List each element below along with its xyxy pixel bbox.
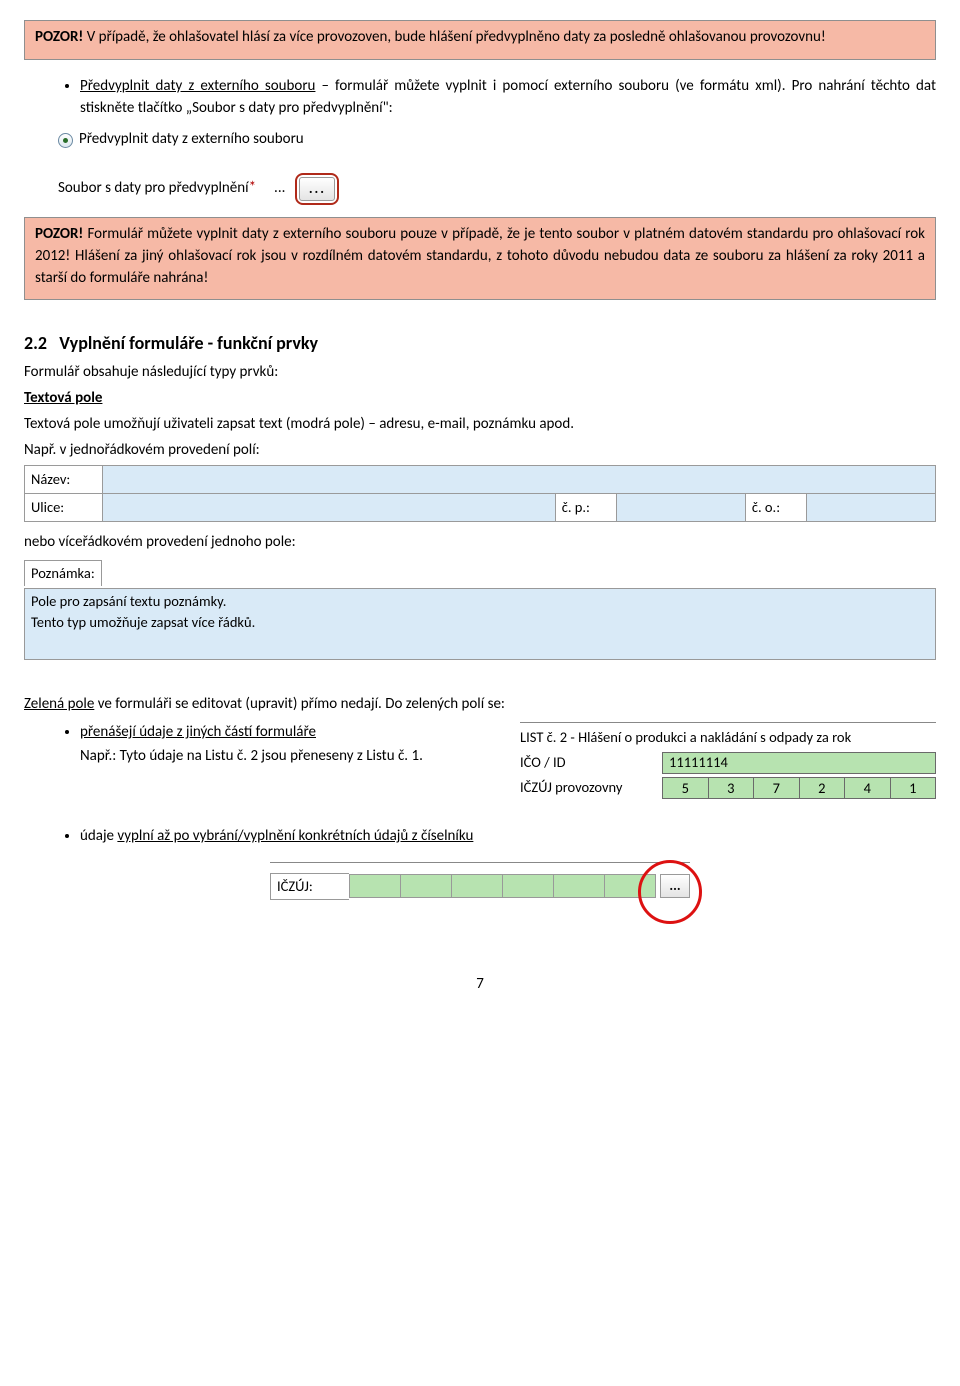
textova-pole-heading: Textová pole (24, 389, 102, 407)
iczuj-empty-cells (349, 874, 656, 898)
radio-example: Předvyplnit daty z externího souboru Sou… (58, 129, 936, 205)
warning-box-1: POZOR! V případě, že ohlašovatel hlásí z… (24, 20, 936, 60)
zelena-lead: Zelená pole (24, 695, 94, 713)
input-nazev[interactable] (103, 466, 936, 494)
label-co: č. o.: (745, 494, 807, 522)
file-label: Soubor s daty pro předvyplnění* (58, 178, 256, 200)
green-bullet-2: údaje vyplní až po vybrání/vyplnění konk… (80, 826, 936, 848)
poznamka-textarea[interactable]: Pole pro zapsání textu poznámky. Tento t… (24, 588, 936, 660)
poznamka-line2: Tento typ umožňuje zapsat více řádků. (31, 612, 929, 633)
zelena-rest: ve formuláři se editovat (upravit) přímo… (94, 695, 505, 713)
multiline-example: Poznámka: Pole pro zapsání textu poznámk… (24, 556, 936, 660)
green-bullet1-text: přenášejí údaje z jiných částí formuláře (80, 723, 316, 741)
file-browse-button[interactable]: ... (299, 177, 335, 201)
intro-text: Formulář obsahuje následující typy prvků… (24, 362, 936, 384)
red-circle-annotation (638, 860, 702, 924)
textova-desc: Textová pole umožňují uživateli zapsat t… (24, 414, 936, 436)
green-panel-title: LIST č. 2 - Hlášení o produkci a nakládá… (520, 727, 936, 748)
iczuj-cells: 5 3 7 2 4 1 (662, 777, 936, 799)
ico-value: 11111114 (662, 752, 936, 774)
label-ulice: Ulice: (25, 494, 103, 522)
ico-label: IČO / ID (520, 752, 662, 773)
file-dots-placeholder: ... (274, 178, 285, 200)
iczuj-example: IČZÚJ: ... (270, 862, 690, 922)
iczuj-prov-label: IČZÚJ provozovny (520, 777, 662, 798)
input-co[interactable] (807, 494, 936, 522)
radio-selected-icon[interactable] (58, 133, 73, 148)
green-bullet2-a: údaje (80, 827, 117, 845)
bullet-list-1: Předvyplnit daty z externího souboru – f… (24, 76, 936, 120)
file-button-highlight: ... (295, 173, 339, 205)
radio-label: Předvyplnit daty z externího souboru (79, 129, 304, 151)
warn2-text: Formulář můžete vyplnit daty z externího… (35, 225, 925, 287)
poznamka-label: Poznámka: (24, 560, 102, 586)
napr1: Např. v jednořádkovém provedení polí: (24, 440, 936, 462)
warn2-strong: POZOR! (35, 225, 83, 243)
iczuj-label: IČZÚJ: (270, 873, 349, 900)
page-number: 7 (24, 974, 936, 996)
section-heading: 2.2 Vyplnění formuláře - funkční prvky (24, 330, 936, 356)
green-fields-panel: LIST č. 2 - Hlášení o produkci a nakládá… (520, 722, 936, 802)
section-num: 2.2 (24, 332, 47, 354)
input-cp[interactable] (617, 494, 746, 522)
green-bullet-list-2: údaje vyplní až po vybrání/vyplnění konk… (24, 826, 936, 848)
section-title: Vyplnění formuláře - funkční prvky (59, 332, 318, 354)
zelena-intro: Zelená pole ve formuláři se editovat (up… (24, 694, 936, 716)
bullet-lead: Předvyplnit daty z externího souboru (80, 77, 315, 95)
input-ulice[interactable] (103, 494, 555, 522)
nebo-text: nebo víceřádkovém provedení jednoho pole… (24, 532, 936, 554)
green-bullet2-b: vyplní až po vybrání/vyplnění konkrétníc… (117, 827, 473, 845)
warn1-text: V případě, že ohlašovatel hlásí za více … (83, 28, 825, 46)
label-cp: č. p.: (555, 494, 617, 522)
label-nazev: Název: (25, 466, 103, 494)
bullet-item-extern: Předvyplnit daty z externího souboru – f… (80, 76, 936, 120)
warn1-strong: POZOR! (35, 28, 83, 46)
warning-box-2: POZOR! Formulář můžete vyplnit daty z ex… (24, 217, 936, 300)
single-line-fields-example: Název: Ulice: č. p.: č. o.: (24, 465, 936, 522)
poznamka-line1: Pole pro zapsání textu poznámky. (31, 591, 929, 612)
